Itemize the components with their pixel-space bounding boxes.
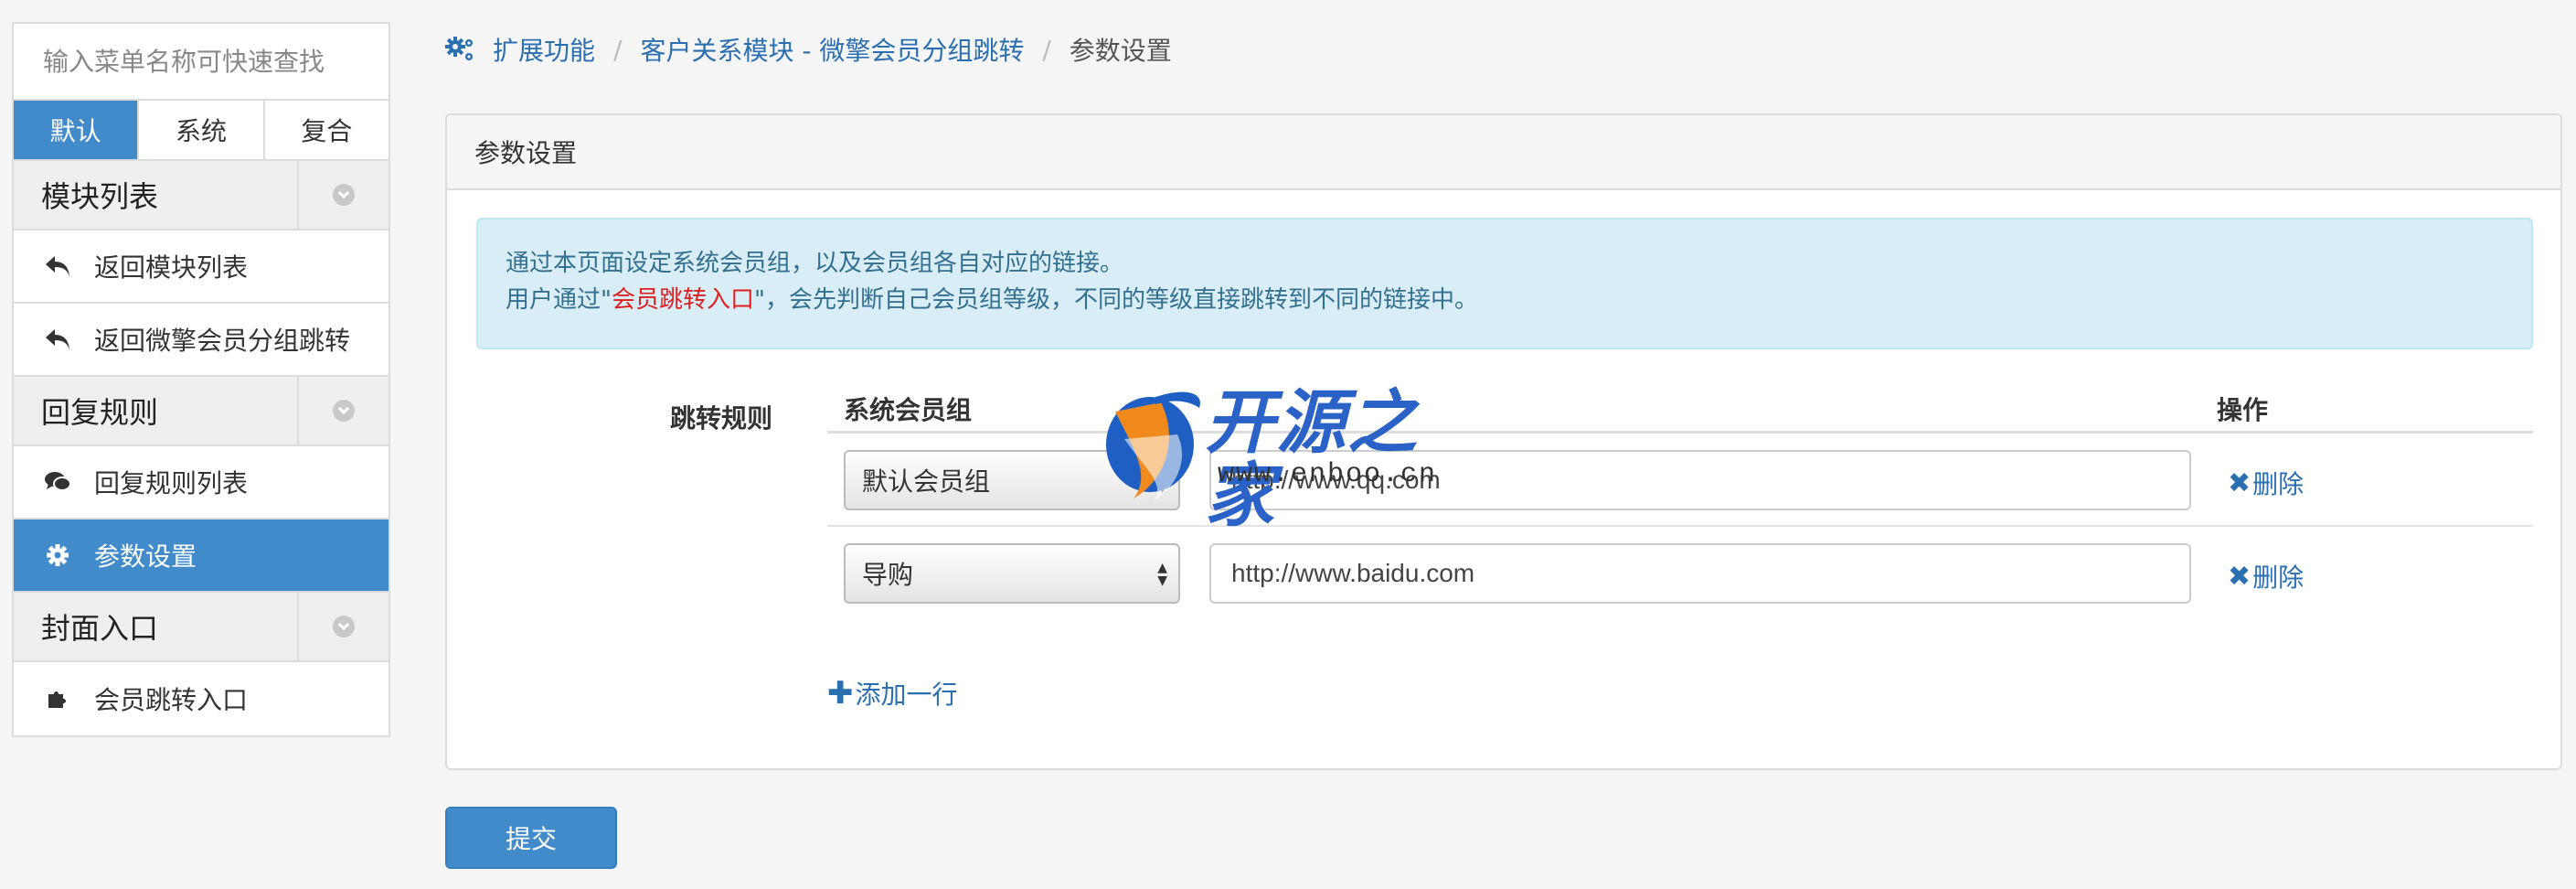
rules-table: 系统会员组 操作 默认会员组 ▲▼ ✖ 删除 导购 ▲▼ ✖ 删除 [827, 386, 2533, 620]
delete-button[interactable]: ✖ 删除 [2228, 465, 2304, 501]
watermark-logo: 开源之家 www.enboo.cn [1097, 384, 1481, 532]
table-row: 导购 ▲▼ ✖ 删除 [827, 527, 2533, 620]
tab-default[interactable]: 默认 [14, 101, 140, 159]
breadcrumb-link-extensions[interactable]: 扩展功能 [493, 31, 595, 68]
add-row-label: 添加一行 [855, 680, 958, 710]
breadcrumb-separator: / [1042, 34, 1051, 65]
table-header: 系统会员组 操作 [827, 386, 2533, 434]
jump-rules-label: 跳转规则 [670, 403, 773, 434]
cogs-icon [445, 36, 476, 63]
breadcrumb-separator: / [613, 34, 623, 65]
select-value: 默认会员组 [862, 466, 991, 497]
submit-button[interactable]: 提交 [445, 807, 617, 869]
group-title: 回复规则 [41, 395, 159, 430]
add-row-button[interactable]: ✚ 添加一行 [827, 675, 958, 712]
breadcrumb: 扩展功能 / 客户关系模块 - 微擎会员分组跳转 / 参数设置 [445, 29, 1172, 70]
settings-panel: 参数设置 通过本页面设定系统会员组，以及会员组各自对应的链接。 用户通过"会员跳… [445, 113, 2562, 770]
group-toggle[interactable] [297, 161, 389, 229]
chevron-down-icon [333, 400, 355, 422]
table-row: 默认会员组 ▲▼ ✖ 删除 [827, 434, 2533, 527]
alert-line-2: 用户通过"会员跳转入口"，会先判断自己会员组等级，不同的等级直接跳转到不同的链接… [506, 282, 2504, 318]
sidebar-tabs: 默认 系统 复合 [14, 101, 389, 161]
delete-button[interactable]: ✖ 删除 [2228, 558, 2304, 594]
close-icon: ✖ [2228, 466, 2251, 499]
breadcrumb-link-module[interactable]: 客户关系模块 - 微擎会员分组跳转 [640, 31, 1024, 68]
group-header-cover-entry[interactable]: 封面入口 [14, 593, 389, 662]
breadcrumb-current: 参数设置 [1069, 36, 1172, 66]
sidebar-item-label: 参数设置 [94, 541, 197, 572]
sidebar-item-settings[interactable]: 参数设置 [14, 519, 389, 593]
menu-search-input[interactable] [43, 46, 389, 77]
url-input[interactable] [1209, 543, 2191, 604]
logo-swoosh-icon [1106, 391, 1200, 501]
sidebar-item-label: 会员跳转入口 [94, 685, 249, 715]
select-value: 导购 [862, 560, 914, 590]
group-header-reply-rules[interactable]: 回复规则 [14, 377, 389, 446]
plus-icon: ✚ [827, 675, 854, 712]
gear-icon [41, 539, 74, 572]
group-header-module-list[interactable]: 模块列表 [14, 161, 389, 230]
sidebar-item-label: 返回模块列表 [94, 252, 249, 283]
panel-title: 参数设置 [447, 115, 2560, 190]
chevron-down-icon [333, 184, 355, 206]
sidebar-item-member-jump-entry[interactable]: 会员跳转入口 [14, 662, 389, 735]
member-group-select[interactable]: 导购 ▲ ▼ [844, 543, 1180, 604]
sidebar: 默认 系统 复合 模块列表 返回模块列表 返回微擎会员分组跳转 回复规则 [12, 22, 390, 737]
column-header-group: 系统会员组 [844, 394, 973, 425]
alert-line-1: 通过本页面设定系统会员组，以及会员组各自对应的链接。 [506, 250, 1124, 277]
alert-text: 用户通过" [506, 286, 612, 314]
sidebar-item-label: 返回微擎会员分组跳转 [94, 326, 351, 356]
alert-text: "，会先判断自己会员组等级，不同的等级直接跳转到不同的链接中。 [753, 286, 1478, 314]
alert-highlight: 会员跳转入口 [611, 286, 754, 314]
chevron-down-icon [333, 616, 355, 637]
reply-icon [41, 250, 74, 283]
watermark-url: www.enboo.cn [1218, 459, 1438, 490]
group-title: 模块列表 [41, 179, 159, 214]
sidebar-item-back-member-group-jump[interactable]: 返回微擎会员分组跳转 [14, 304, 389, 377]
column-header-action: 操作 [2217, 394, 2269, 425]
select-arrows-icon: ▲▼ [1157, 561, 1167, 588]
tab-composite[interactable]: 复合 [265, 101, 389, 159]
reply-icon [41, 323, 74, 356]
group-toggle[interactable] [297, 593, 389, 660]
sidebar-item-reply-rule-list[interactable]: 回复规则列表 [14, 446, 389, 519]
close-icon: ✖ [2228, 560, 2251, 593]
comments-icon [41, 466, 74, 498]
info-alert: 通过本页面设定系统会员组，以及会员组各自对应的链接。 用户通过"会员跳转入口"，… [476, 218, 2533, 349]
menu-search [14, 24, 389, 101]
sidebar-item-label: 回复规则列表 [94, 468, 249, 498]
puzzle-icon [41, 682, 74, 715]
delete-label: 删除 [2252, 469, 2305, 499]
sidebar-item-back-module-list[interactable]: 返回模块列表 [14, 230, 389, 304]
delete-label: 删除 [2252, 562, 2305, 593]
tab-system[interactable]: 系统 [139, 101, 265, 159]
group-title: 封面入口 [41, 611, 159, 646]
group-toggle[interactable] [297, 377, 389, 444]
